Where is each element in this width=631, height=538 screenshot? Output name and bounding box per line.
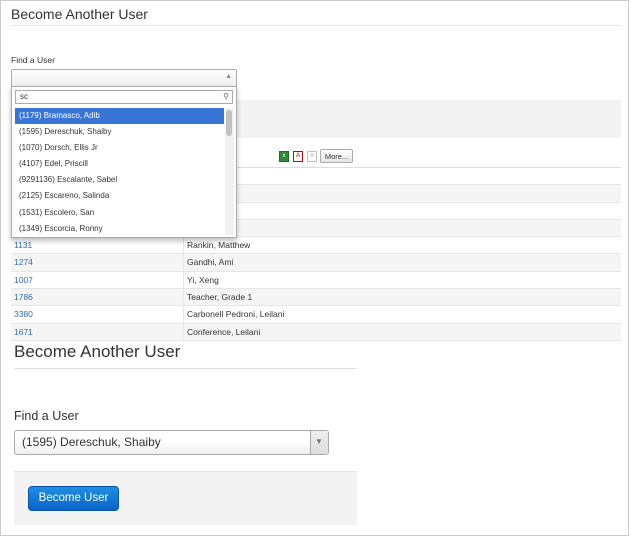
- user-select[interactable]: ▲: [11, 69, 237, 87]
- title-divider-large: [14, 368, 357, 369]
- table-row: 1131 Rankin, Matthew: [11, 237, 621, 255]
- dropdown-option[interactable]: (1349) Escorcia, Ronny: [15, 221, 224, 237]
- dropdown-option[interactable]: (1179) Bramasco, Adib: [15, 108, 224, 125]
- user-id-link[interactable]: 1671: [14, 324, 33, 340]
- excel-icon[interactable]: x: [279, 150, 289, 162]
- search-value: sc: [20, 92, 28, 101]
- table-row: 1671 Conference, Leilani: [11, 323, 621, 341]
- user-id-link[interactable]: 1274: [14, 254, 33, 270]
- pdf-icon[interactable]: A: [293, 150, 303, 162]
- dropdown-option[interactable]: (1070) Dorsch, Ellis Jr: [15, 140, 224, 156]
- page-title: Become Another User: [11, 6, 148, 22]
- user-name-cell: Teacher, Grade 1: [187, 292, 253, 303]
- title-divider: [11, 25, 621, 26]
- find-user-label-large: Find a User: [14, 409, 79, 423]
- column-divider: [183, 237, 184, 254]
- dropdown-options: (1179) Bramasco, Adib (1595) Dereschuk, S…: [15, 108, 224, 237]
- become-user-button[interactable]: Become User: [28, 486, 119, 511]
- table-row: 1274 Gandhi, Ami: [11, 254, 621, 272]
- user-name-cell: Yi, Xeng: [187, 274, 219, 285]
- table-row: 1007 Yi, Xeng: [11, 271, 621, 290]
- user-id-link[interactable]: 1007: [14, 272, 33, 288]
- column-divider: [183, 271, 184, 289]
- table-row: 1786 Teacher, Grade 1: [11, 289, 621, 307]
- user-name-cell: Carbonell Pedroni, Leilani: [187, 309, 285, 320]
- chevron-down-icon: ▼: [315, 437, 323, 446]
- user-name-cell: Rankin, Matthew: [187, 240, 251, 251]
- dropdown-option[interactable]: (1531) Escolero, San: [15, 205, 224, 221]
- table-row: 3380 Carbonell Pedroni, Leilani: [11, 306, 621, 324]
- search-icon: ⚲: [223, 92, 229, 101]
- dropdown-option[interactable]: (9291136) Escalante, Sabel: [15, 172, 224, 188]
- user-dropdown: sc ⚲ (1179) Bramasco, Adib (1595) Deresch…: [11, 86, 237, 238]
- more-button[interactable]: More...: [320, 149, 353, 163]
- dropdown-option[interactable]: (4107) Edel, Priscill: [15, 156, 224, 172]
- user-id-link[interactable]: 1786: [14, 289, 33, 305]
- column-divider: [183, 254, 184, 271]
- page-title-large: Become Another User: [14, 342, 181, 361]
- dropdown-option[interactable]: (2125) Escareno, Salinda: [15, 188, 224, 204]
- export-toolbar: x A ≡: [279, 150, 317, 162]
- user-select-large[interactable]: (1595) Dereschuk, Shaiby ▼: [14, 430, 329, 455]
- doc-icon[interactable]: ≡: [307, 150, 317, 162]
- column-divider: [183, 289, 184, 306]
- user-id-link[interactable]: 3380: [14, 306, 33, 322]
- user-id-link[interactable]: 1131: [14, 237, 32, 253]
- dropdown-search-input[interactable]: sc ⚲: [15, 90, 233, 104]
- column-divider: [183, 306, 184, 323]
- find-user-label: Find a User: [11, 55, 55, 65]
- column-divider: [183, 323, 184, 340]
- user-name-cell: Gandhi, Ami: [187, 257, 234, 268]
- chevron-up-icon: ▲: [225, 73, 232, 80]
- selected-user: (1595) Dereschuk, Shaiby: [22, 435, 161, 449]
- dropdown-option[interactable]: (1595) Dereschuk, Shaiby: [15, 124, 224, 140]
- select-arrow[interactable]: ▼: [310, 431, 328, 454]
- action-panel: [224, 100, 621, 138]
- user-name-cell: Conference, Leilani: [187, 326, 261, 337]
- scrollbar-thumb[interactable]: [226, 110, 232, 136]
- dropdown-scrollbar[interactable]: [225, 108, 234, 235]
